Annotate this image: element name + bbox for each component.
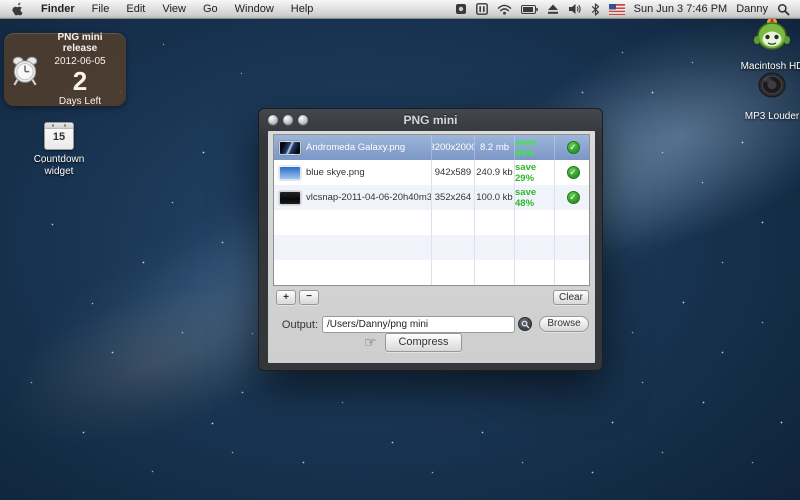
desktop: Finder File Edit View Go Window Help — [0, 0, 800, 500]
file-save — [514, 260, 554, 285]
menu-file[interactable]: File — [92, 3, 110, 15]
menu-app-name[interactable]: Finder — [41, 3, 75, 15]
file-thumbnail — [279, 141, 301, 155]
desktop-icon-mp3-louder[interactable]: MP3 Louder — [735, 70, 800, 123]
us-flag-icon[interactable] — [609, 2, 625, 16]
speaker-icon — [753, 70, 791, 102]
window-content: Andromeda Galaxy.png 3200x2000 8.2 mb sa… — [268, 131, 595, 363]
menu-bar: Finder File Edit View Go Window Help — [0, 0, 800, 19]
menu-view[interactable]: View — [162, 3, 186, 15]
pointing-hand-icon: ☞ — [364, 335, 377, 351]
clear-button[interactable]: Clear — [553, 290, 589, 305]
icon-label: MP3 Louder — [735, 111, 800, 123]
reveal-path-icon[interactable] — [518, 317, 532, 331]
file-size: 100.0 kb — [474, 185, 514, 210]
menu-user[interactable]: Danny — [736, 3, 768, 15]
file-save: save 29% — [514, 160, 554, 185]
file-dimensions — [431, 260, 474, 285]
file-status-cell — [554, 235, 590, 260]
compress-button[interactable]: Compress — [385, 333, 462, 352]
widget-days-label: Days Left — [40, 96, 120, 108]
icon-label: Countdown widget — [20, 154, 98, 178]
file-status-cell: ✓ — [554, 160, 590, 185]
table-row[interactable]: blue skye.png 942x589 240.9 kb save 29% … — [274, 160, 589, 185]
file-status-cell: ✓ — [554, 135, 590, 160]
file-save — [514, 210, 554, 235]
file-size — [474, 210, 514, 235]
countdown-widget-panel[interactable]: PNG mini release 2012-06-05 2 Days Left — [4, 33, 126, 106]
file-name-cell: Andromeda Galaxy.png — [274, 135, 431, 160]
file-dimensions — [431, 235, 474, 260]
status-check-icon: ✓ — [567, 166, 580, 179]
file-size: 8.2 mb — [474, 135, 514, 160]
file-status-cell — [554, 210, 590, 235]
file-dimensions — [431, 210, 474, 235]
window-title: PNG mini — [259, 113, 602, 127]
file-dimensions: 352x264 — [431, 185, 474, 210]
eject-icon[interactable] — [547, 2, 559, 16]
file-name: blue skye.png — [306, 167, 365, 178]
file-size — [474, 260, 514, 285]
table-row[interactable] — [274, 235, 589, 260]
calendar-binding — [45, 123, 73, 129]
volume-icon[interactable] — [568, 2, 582, 16]
file-name-cell: vlcsnap-2011-04-06-20h40m36s165.png — [274, 185, 431, 210]
file-name-cell — [274, 210, 431, 235]
green-character-icon — [752, 16, 792, 52]
file-size: 240.9 kb — [474, 160, 514, 185]
file-name-cell — [274, 235, 431, 260]
table-row[interactable] — [274, 210, 589, 235]
status-check-icon: ✓ — [567, 141, 580, 154]
widget-days-number: 2 — [40, 68, 120, 94]
input-source-icon[interactable] — [476, 2, 488, 16]
file-status-cell: ✓ — [554, 185, 590, 210]
wifi-icon[interactable] — [497, 2, 512, 16]
file-status-cell — [554, 260, 590, 285]
file-save: save 65% — [514, 135, 554, 160]
table-row[interactable] — [274, 260, 589, 285]
file-thumbnail — [279, 191, 301, 205]
file-name: Andromeda Galaxy.png — [306, 142, 405, 153]
menu-edit[interactable]: Edit — [126, 3, 145, 15]
file-save: save 48% — [514, 185, 554, 210]
desktop-icon-countdown-widget[interactable]: 15 Countdown widget — [20, 122, 98, 178]
menu-window[interactable]: Window — [235, 3, 274, 15]
calendar-icon: 15 — [44, 122, 74, 150]
file-table: Andromeda Galaxy.png 3200x2000 8.2 mb sa… — [273, 134, 590, 286]
file-save — [514, 235, 554, 260]
file-thumbnail — [279, 166, 301, 180]
menu-help[interactable]: Help — [291, 3, 314, 15]
add-file-button[interactable]: + — [276, 290, 296, 305]
desktop-icon-macintosh-hd[interactable]: Macintosh HD — [735, 16, 800, 73]
file-name-cell — [274, 260, 431, 285]
spotlight-icon[interactable] — [777, 2, 790, 16]
output-path-input[interactable] — [322, 316, 515, 333]
window-title-bar[interactable]: PNG mini — [259, 109, 602, 131]
widget-title: PNG mini release — [40, 32, 120, 55]
apple-menu-icon[interactable] — [12, 2, 24, 16]
menu-clock[interactable]: Sun Jun 3 7:46 PM — [634, 3, 728, 15]
file-size — [474, 235, 514, 260]
app-status-icon[interactable] — [455, 2, 467, 16]
battery-icon[interactable] — [521, 2, 538, 16]
output-label: Output: — [272, 319, 318, 331]
table-row[interactable]: Andromeda Galaxy.png 3200x2000 8.2 mb sa… — [274, 135, 589, 160]
png-mini-window: PNG mini Andromeda Galaxy.png 3200x2000 … — [258, 108, 603, 371]
remove-file-button[interactable]: − — [299, 290, 319, 305]
file-name-cell: blue skye.png — [274, 160, 431, 185]
menu-go[interactable]: Go — [203, 3, 218, 15]
bluetooth-icon[interactable] — [591, 2, 600, 16]
file-dimensions: 942x589 — [431, 160, 474, 185]
calendar-day: 15 — [45, 131, 73, 143]
file-name: vlcsnap-2011-04-06-20h40m36s165.png — [306, 192, 431, 203]
browse-button[interactable]: Browse — [539, 316, 589, 332]
alarm-clock-icon — [10, 53, 40, 87]
table-row[interactable]: vlcsnap-2011-04-06-20h40m36s165.png 352x… — [274, 185, 589, 210]
file-dimensions: 3200x2000 — [431, 135, 474, 160]
status-check-icon: ✓ — [567, 191, 580, 204]
